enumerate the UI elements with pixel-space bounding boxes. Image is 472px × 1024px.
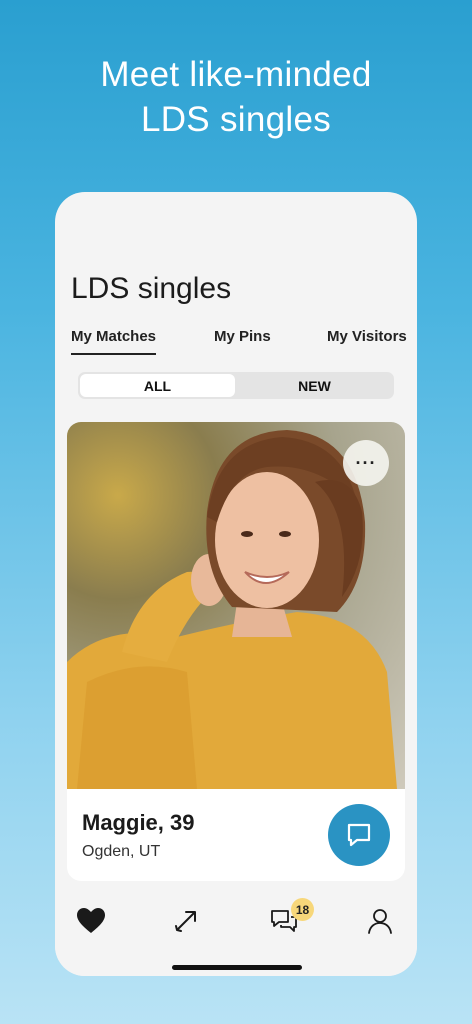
profile-card[interactable]: ··· Maggie, 39 Ogden, UT	[67, 422, 405, 881]
messages-count-badge: 18	[291, 898, 314, 921]
arrow-icon	[175, 911, 196, 932]
nav-likes[interactable]	[73, 903, 109, 939]
nav-discover[interactable]	[168, 903, 204, 939]
tab-my-matches[interactable]: My Matches	[71, 328, 157, 355]
profile-photo[interactable]: ···	[67, 422, 405, 789]
home-indicator	[172, 965, 302, 970]
phone-screen: LDS singles My Matches My Pins My Visito…	[55, 192, 417, 976]
bottom-nav: 18	[55, 889, 417, 976]
profile-location: Ogden, UT	[82, 843, 161, 860]
profile-name: Maggie, 39	[82, 810, 195, 835]
matches-tabs: My Matches My Pins My Visitors	[55, 328, 417, 358]
chat-bubble-icon	[347, 823, 371, 847]
promo-headline: Meet like-minded LDS singles	[0, 52, 472, 142]
promo-headline-line1: Meet like-minded	[100, 55, 372, 94]
promo-headline-line2: LDS singles	[140, 100, 332, 139]
filter-segmented-control: ALL NEW	[78, 372, 394, 399]
segment-all[interactable]: ALL	[80, 374, 235, 397]
segment-new[interactable]: NEW	[237, 374, 392, 397]
tab-my-pins[interactable]: My Pins	[214, 328, 271, 353]
tab-my-visitors[interactable]: My Visitors	[327, 328, 407, 353]
page-title: LDS singles	[71, 272, 232, 305]
more-options-button[interactable]: ···	[343, 440, 389, 486]
profile-icon	[368, 909, 392, 934]
more-horizontal-icon: ···	[355, 452, 377, 473]
nav-profile[interactable]	[362, 903, 398, 939]
chat-button[interactable]	[328, 804, 390, 866]
heart-icon	[77, 908, 105, 933]
